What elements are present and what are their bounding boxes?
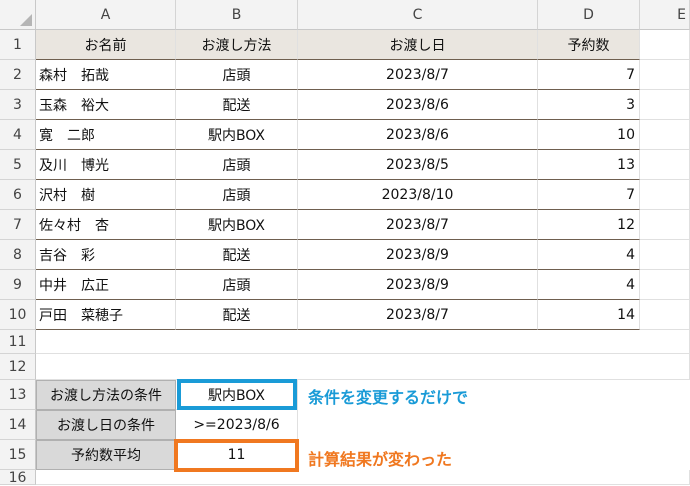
row-header[interactable]: 7	[0, 210, 36, 240]
table-cell-name[interactable]: 吉谷 彩	[36, 240, 176, 270]
empty-cell[interactable]	[640, 90, 690, 120]
date-condition-cell[interactable]: >=2023/8/6	[176, 410, 298, 440]
header-cell-count[interactable]: 予約数	[538, 30, 640, 60]
column-header-b[interactable]: B	[176, 0, 298, 30]
empty-row[interactable]	[36, 470, 690, 485]
result-highlight-box	[174, 439, 299, 472]
table-cell-method[interactable]: 配送	[176, 300, 298, 330]
table-cell-date[interactable]: 2023/8/9	[298, 240, 538, 270]
row-header[interactable]: 11	[0, 330, 36, 354]
empty-cell[interactable]	[640, 30, 690, 60]
table-cell-name[interactable]: 玉森 裕大	[36, 90, 176, 120]
row-header[interactable]: 5	[0, 150, 36, 180]
row-header[interactable]: 15	[0, 440, 36, 470]
table-cell-count[interactable]: 7	[538, 60, 640, 90]
row-header[interactable]: 6	[0, 180, 36, 210]
table-cell-name[interactable]: 寛 二郎	[36, 120, 176, 150]
table-cell-method[interactable]: 駅内BOX	[176, 210, 298, 240]
row-header[interactable]: 1	[0, 30, 36, 60]
column-header-e[interactable]: E	[640, 0, 690, 30]
table-cell-count[interactable]: 4	[538, 270, 640, 300]
table-cell-date[interactable]: 2023/8/9	[298, 270, 538, 300]
row-header[interactable]: 16	[0, 470, 36, 486]
row-header[interactable]: 8	[0, 240, 36, 270]
column-header-d[interactable]: D	[538, 0, 640, 30]
table-cell-method[interactable]: 店頭	[176, 180, 298, 210]
empty-cell[interactable]	[640, 270, 690, 300]
empty-row[interactable]	[36, 330, 690, 354]
table-cell-count[interactable]: 12	[538, 210, 640, 240]
header-cell-name[interactable]: お名前	[36, 30, 176, 60]
table-cell-method[interactable]: 店頭	[176, 60, 298, 90]
header-cell-date[interactable]: お渡し日	[298, 30, 538, 60]
table-cell-date[interactable]: 2023/8/7	[298, 60, 538, 90]
method-condition-label[interactable]: お渡し方法の条件	[36, 380, 176, 410]
table-cell-date[interactable]: 2023/8/7	[298, 300, 538, 330]
column-header-a[interactable]: A	[36, 0, 176, 30]
header-cell-method[interactable]: お渡し方法	[176, 30, 298, 60]
table-cell-count[interactable]: 3	[538, 90, 640, 120]
empty-cell[interactable]	[640, 150, 690, 180]
table-cell-method[interactable]: 店頭	[176, 270, 298, 300]
empty-cell[interactable]	[640, 120, 690, 150]
table-cell-method[interactable]: 駅内BOX	[176, 120, 298, 150]
row-header[interactable]: 14	[0, 410, 36, 440]
select-all-corner[interactable]	[0, 0, 36, 30]
row-header[interactable]: 9	[0, 270, 36, 300]
table-cell-count[interactable]: 10	[538, 120, 640, 150]
date-condition-label[interactable]: お渡し日の条件	[36, 410, 176, 440]
empty-cell[interactable]	[640, 300, 690, 330]
table-cell-date[interactable]: 2023/8/6	[298, 90, 538, 120]
row-header[interactable]: 13	[0, 380, 36, 410]
method-highlight-box	[177, 379, 297, 410]
table-cell-name[interactable]: 森村 拓哉	[36, 60, 176, 90]
table-cell-name[interactable]: 戸田 菜穂子	[36, 300, 176, 330]
table-cell-count[interactable]: 7	[538, 180, 640, 210]
table-cell-count[interactable]: 14	[538, 300, 640, 330]
table-cell-date[interactable]: 2023/8/6	[298, 120, 538, 150]
row-header[interactable]: 10	[0, 300, 36, 330]
average-label[interactable]: 予約数平均	[36, 440, 176, 470]
row-header[interactable]: 4	[0, 120, 36, 150]
table-cell-method[interactable]: 配送	[176, 240, 298, 270]
annotation-change-condition: 条件を変更するだけで	[308, 388, 469, 407]
table-cell-name[interactable]: 佐々村 杏	[36, 210, 176, 240]
row-header[interactable]: 12	[0, 354, 36, 380]
table-cell-date[interactable]: 2023/8/10	[298, 180, 538, 210]
empty-cell[interactable]	[640, 210, 690, 240]
table-cell-count[interactable]: 4	[538, 240, 640, 270]
table-cell-date[interactable]: 2023/8/5	[298, 150, 538, 180]
empty-cell[interactable]	[640, 180, 690, 210]
table-cell-name[interactable]: 沢村 樹	[36, 180, 176, 210]
table-cell-date[interactable]: 2023/8/7	[298, 210, 538, 240]
annotation-result-changed: 計算結果が変わった	[308, 450, 453, 469]
table-cell-name[interactable]: 及川 博光	[36, 150, 176, 180]
row-header[interactable]: 3	[0, 90, 36, 120]
empty-row[interactable]	[36, 354, 690, 380]
table-cell-count[interactable]: 13	[538, 150, 640, 180]
table-cell-name[interactable]: 中井 広正	[36, 270, 176, 300]
table-cell-method[interactable]: 店頭	[176, 150, 298, 180]
spreadsheet: A B C D E 1 2 3 4 5 6 7 8 9 10 11 12 13 …	[0, 0, 690, 486]
column-header-c[interactable]: C	[298, 0, 538, 30]
row-header[interactable]: 2	[0, 60, 36, 90]
empty-cell[interactable]	[640, 240, 690, 270]
empty-cell[interactable]	[640, 60, 690, 90]
table-cell-method[interactable]: 配送	[176, 90, 298, 120]
